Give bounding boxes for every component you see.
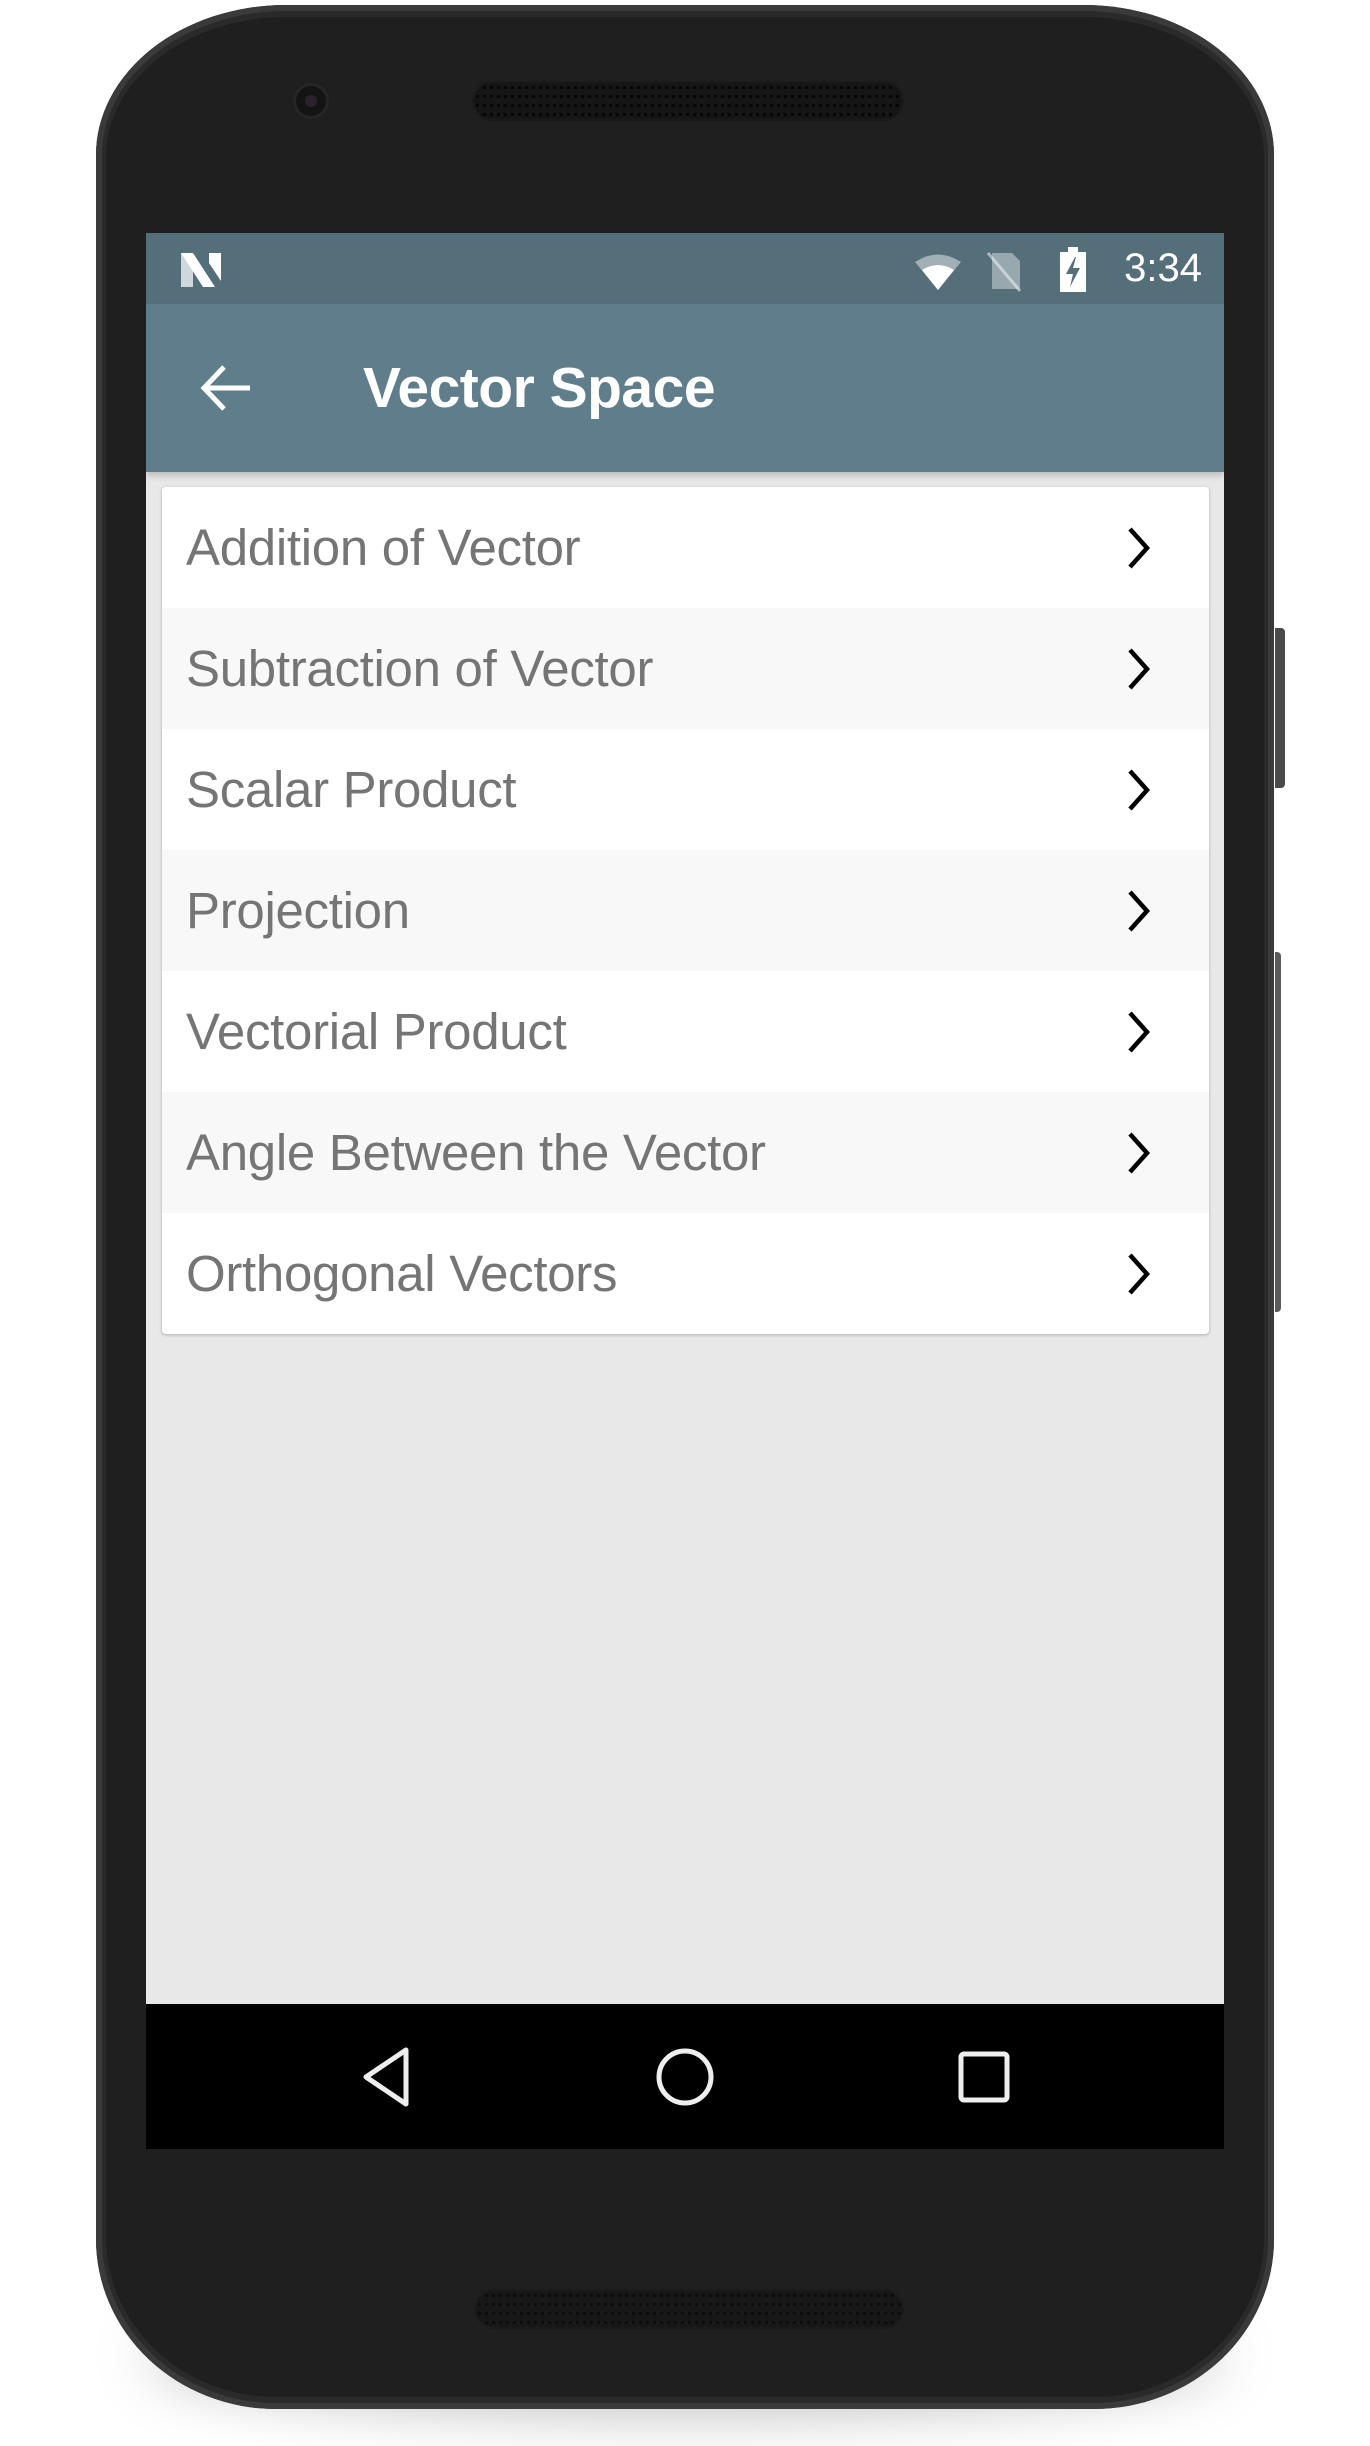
power-button [1275, 628, 1285, 788]
status-time: 3:34 [1124, 246, 1202, 290]
no-sim-icon [984, 251, 1024, 298]
app-toolbar: Vector Space [146, 304, 1224, 472]
list-item-label: Vectorial Product [186, 1003, 567, 1060]
chevron-right-icon [1128, 526, 1151, 569]
triangle-back-icon [363, 2047, 409, 2107]
chevron-right-icon [1128, 647, 1151, 690]
chevron-right-icon [1128, 1010, 1151, 1053]
nav-recents-button[interactable] [946, 2039, 1022, 2115]
wifi-icon [913, 253, 963, 296]
list-item-addition-of-vector[interactable]: Addition of Vector [162, 487, 1209, 608]
list-item-subtraction-of-vector[interactable]: Subtraction of Vector [162, 608, 1209, 729]
top-speaker-grille [474, 83, 902, 119]
chevron-right-icon [1128, 1131, 1151, 1174]
nav-back-button[interactable] [348, 2039, 424, 2115]
list-item-label: Addition of Vector [186, 519, 581, 576]
square-recents-icon [958, 2051, 1010, 2103]
circle-home-icon [656, 2048, 714, 2106]
battery-charging-icon [1058, 247, 1088, 298]
chevron-right-icon [1128, 889, 1151, 932]
chevron-right-icon [1128, 768, 1151, 811]
list-item-label: Projection [186, 882, 410, 939]
front-camera [296, 86, 326, 116]
status-bar: 3:34 [146, 233, 1224, 304]
list-item-vectorial-product[interactable]: Vectorial Product [162, 971, 1209, 1092]
system-navigation-bar [146, 2004, 1224, 2149]
nougat-n-icon [179, 251, 225, 294]
list-item-angle-between-the-vector[interactable]: Angle Between the Vector [162, 1092, 1209, 1213]
list-item-orthogonal-vectors[interactable]: Orthogonal Vectors [162, 1213, 1209, 1334]
arrow-left-icon [200, 365, 250, 411]
chevron-right-icon [1128, 1252, 1151, 1295]
page-title: Vector Space [363, 356, 716, 420]
list-item-scalar-product[interactable]: Scalar Product [162, 729, 1209, 850]
nav-home-button[interactable] [647, 2039, 723, 2115]
volume-button [1275, 952, 1281, 1312]
list-item-projection[interactable]: Projection [162, 850, 1209, 971]
list-item-label: Scalar Product [186, 761, 517, 818]
topic-list: Addition of Vector Subtraction of Vector… [162, 487, 1209, 1334]
list-item-label: Orthogonal Vectors [186, 1245, 618, 1302]
screen: 3:34 Vector Space Addition of Vector Sub… [146, 233, 1224, 2149]
list-item-label: Subtraction of Vector [186, 640, 654, 697]
list-item-label: Angle Between the Vector [186, 1124, 766, 1181]
bottom-speaker-grille [476, 2291, 902, 2327]
back-button[interactable] [196, 358, 256, 418]
